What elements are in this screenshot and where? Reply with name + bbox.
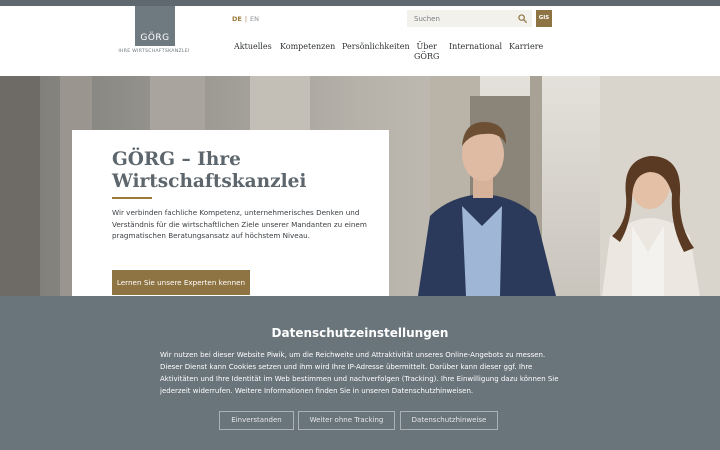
nav-item-ueber-line2: GÖRG [414,52,440,61]
search-box [407,10,532,27]
accept-button[interactable]: Einverstanden [219,411,294,430]
nav-item-kompetenzen[interactable]: Kompetenzen [280,42,335,52]
hero-card: GÖRG – Ihre Wirtschaftskanzlei Wir verbi… [72,130,389,296]
logo-mark: GÖRG [135,6,175,46]
privacy-consent-banner: Datenschutzeinstellungen Wir nutzen bei … [0,296,720,450]
hero-title-line1: GÖRG – Ihre [112,149,241,170]
nav-item-ueber-line1: Über [416,42,437,51]
privacy-notice-button[interactable]: Datenschutzhinweise [400,411,498,430]
continue-without-tracking-button[interactable]: Weiter ohne Tracking [298,411,395,430]
nav-item-international[interactable]: International [449,42,502,52]
logo-wordmark: GÖRG [140,33,170,43]
nav-item-karriere[interactable]: Karriere [509,42,543,52]
language-separator: | [244,15,248,23]
gis-button[interactable]: GIS [536,10,552,27]
language-en[interactable]: EN [250,15,259,23]
consent-title: Datenschutzeinstellungen [271,326,449,340]
experts-cta-button[interactable]: Lernen Sie unsere Experten kennen [112,270,250,295]
nav-item-persoenlichkeiten[interactable]: Persönlichkeiten [342,42,410,52]
language-switcher: DE | EN [232,15,259,23]
consent-text: Wir nutzen bei dieser Website Piwik, um … [160,351,559,395]
nav-item-aktuelles[interactable]: Aktuelles [234,42,272,52]
language-de[interactable]: DE [232,15,242,23]
hero-title-line2: Wirtschaftskanzlei [112,171,307,192]
hero-description: Wir verbinden fachliche Kompetenz, unter… [112,208,367,240]
search-icon[interactable] [518,14,527,23]
hero-divider [112,197,152,199]
nav-item-ueber-goerg[interactable]: Über GÖRG [414,42,439,62]
site-header: GÖRG IHRE WIRTSCHAFTSKANZLEI DE|EN GIS A… [0,6,720,76]
search-input[interactable] [407,10,512,27]
logo[interactable]: GÖRG IHRE WIRTSCHAFTSKANZLEI [116,6,192,62]
logo-tagline: IHRE WIRTSCHAFTSKANZLEI [118,49,190,54]
hero-title: GÖRG – Ihre Wirtschaftskanzlei [112,149,372,193]
